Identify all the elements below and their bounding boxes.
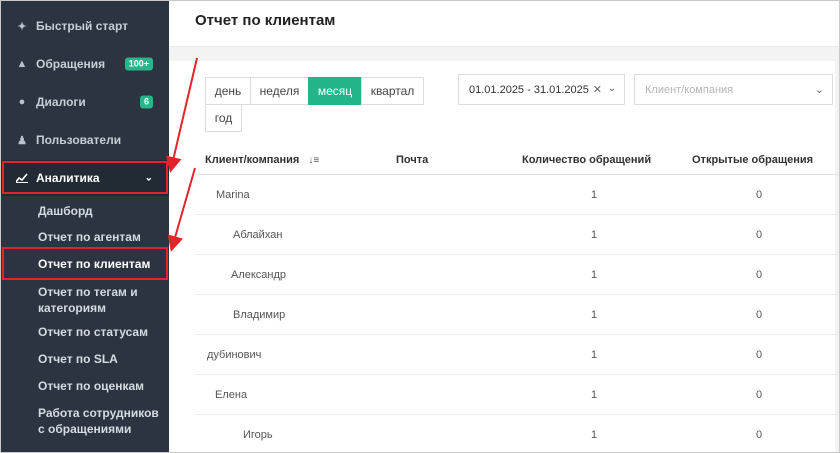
subnav-statuses-report[interactable]: Отчет по статусам — [1, 324, 169, 340]
table-row[interactable]: Игорь 1 0 — [195, 415, 839, 452]
column-header-open[interactable]: Открытые обращения — [692, 154, 813, 166]
page-title: Отчет по клиентам — [195, 12, 336, 29]
cell-client: Александр — [231, 269, 287, 281]
client-company-placeholder: Клиент/компания — [645, 83, 734, 96]
cell-open: 0 — [755, 189, 763, 201]
period-week-button[interactable]: неделя — [250, 77, 309, 105]
period-month-button[interactable]: месяц — [308, 77, 362, 105]
tickets-count-badge: 100+ — [124, 57, 153, 71]
column-header-email[interactable]: Почта — [396, 154, 428, 166]
cell-open: 0 — [755, 429, 763, 441]
cell-count: 1 — [590, 389, 598, 401]
clear-icon[interactable]: ✕ — [593, 83, 602, 96]
users-icon: ♟ — [17, 134, 27, 147]
highlight-box-analytics — [2, 161, 168, 194]
cell-count: 1 — [590, 189, 598, 201]
sidebar-item-label: Обращения — [36, 57, 106, 71]
cell-client: Игорь — [243, 429, 273, 441]
cell-client: дубинович — [207, 349, 262, 361]
cell-client: Аблайхан — [233, 229, 283, 241]
cell-count: 1 — [590, 309, 598, 321]
cell-client: Marina — [216, 189, 250, 201]
dialogs-count-badge: 6 — [139, 95, 153, 109]
column-header-client-label: Клиент/компания — [205, 154, 300, 166]
sidebar-item-label: Диалоги — [36, 95, 86, 109]
cell-count: 1 — [590, 349, 598, 361]
sidebar-item-dialogs[interactable]: ● Диалоги 6 — [1, 84, 169, 120]
subnav-employees-work[interactable]: Работа сотрудников с обращениями — [1, 405, 159, 437]
sidebar-item-tickets[interactable]: ▲ Обращения 100+ — [1, 46, 169, 82]
app-window: ✦ Быстрый старт ▲ Обращения 100+ ● Диало… — [0, 0, 840, 453]
subnav-dashboard[interactable]: Дашборд — [1, 203, 169, 219]
sidebar-item-quick-start[interactable]: ✦ Быстрый старт — [1, 8, 169, 44]
table-row[interactable]: Владимир 1 0 — [195, 295, 839, 335]
header-separator — [169, 47, 839, 61]
table-row[interactable]: Аблайхан 1 0 — [195, 215, 839, 255]
cell-open: 0 — [755, 349, 763, 361]
sidebar-item-label: Пользователи — [36, 133, 122, 147]
sort-icon[interactable]: ↓≡ — [308, 155, 319, 166]
cell-open: 0 — [755, 269, 763, 281]
period-year-button[interactable]: год — [205, 104, 242, 132]
sidebar-item-users[interactable]: ♟ Пользователи — [1, 122, 169, 158]
period-quarter-button[interactable]: квартал — [361, 77, 424, 105]
table-row[interactable]: дубинович 1 0 — [195, 335, 839, 375]
table-row[interactable]: Marina 1 0 — [195, 175, 839, 215]
subnav-agents-report[interactable]: Отчет по агентам — [1, 229, 169, 245]
chevron-down-icon: ⌄ — [814, 84, 824, 96]
client-company-select[interactable]: Клиент/компания ⌄ — [634, 74, 833, 105]
date-range-select[interactable]: 01.01.2025 - 31.01.2025 ✕ ⌄ — [458, 74, 625, 105]
sidebar-item-label: Быстрый старт — [36, 19, 128, 33]
cell-open: 0 — [755, 389, 763, 401]
chevron-down-icon[interactable]: ⌄ — [608, 83, 616, 94]
cell-client: Владимир — [233, 309, 286, 321]
column-header-client[interactable]: Клиент/компания ↓≡ — [205, 154, 319, 166]
highlight-box-clients-report — [2, 247, 168, 280]
cell-count: 1 — [590, 429, 598, 441]
warning-icon: ▲ — [16, 58, 28, 70]
date-range-value: 01.01.2025 - 31.01.2025 — [469, 83, 589, 96]
table-row[interactable]: Елена 1 0 — [195, 375, 839, 415]
column-header-count[interactable]: Количество обращений — [522, 154, 651, 166]
cell-count: 1 — [590, 269, 598, 281]
subnav-sla-report[interactable]: Отчет по SLA — [1, 351, 169, 367]
table-row[interactable]: Александр 1 0 — [195, 255, 839, 295]
sidebar: ✦ Быстрый старт ▲ Обращения 100+ ● Диало… — [1, 1, 169, 452]
subnav-ratings-report[interactable]: Отчет по оценкам — [1, 378, 169, 394]
rocket-icon: ✦ — [17, 20, 27, 33]
subnav-tags-report[interactable]: Отчет по тегам и категориям — [1, 284, 151, 316]
cell-open: 0 — [755, 309, 763, 321]
main-content: Отчет по клиентам день неделя месяц квар… — [169, 1, 839, 452]
chat-icon: ● — [18, 96, 26, 108]
page-header: Отчет по клиентам — [169, 1, 839, 47]
cell-open: 0 — [755, 229, 763, 241]
cell-count: 1 — [590, 229, 598, 241]
period-day-button[interactable]: день — [205, 77, 251, 105]
cell-client: Елена — [215, 389, 248, 401]
